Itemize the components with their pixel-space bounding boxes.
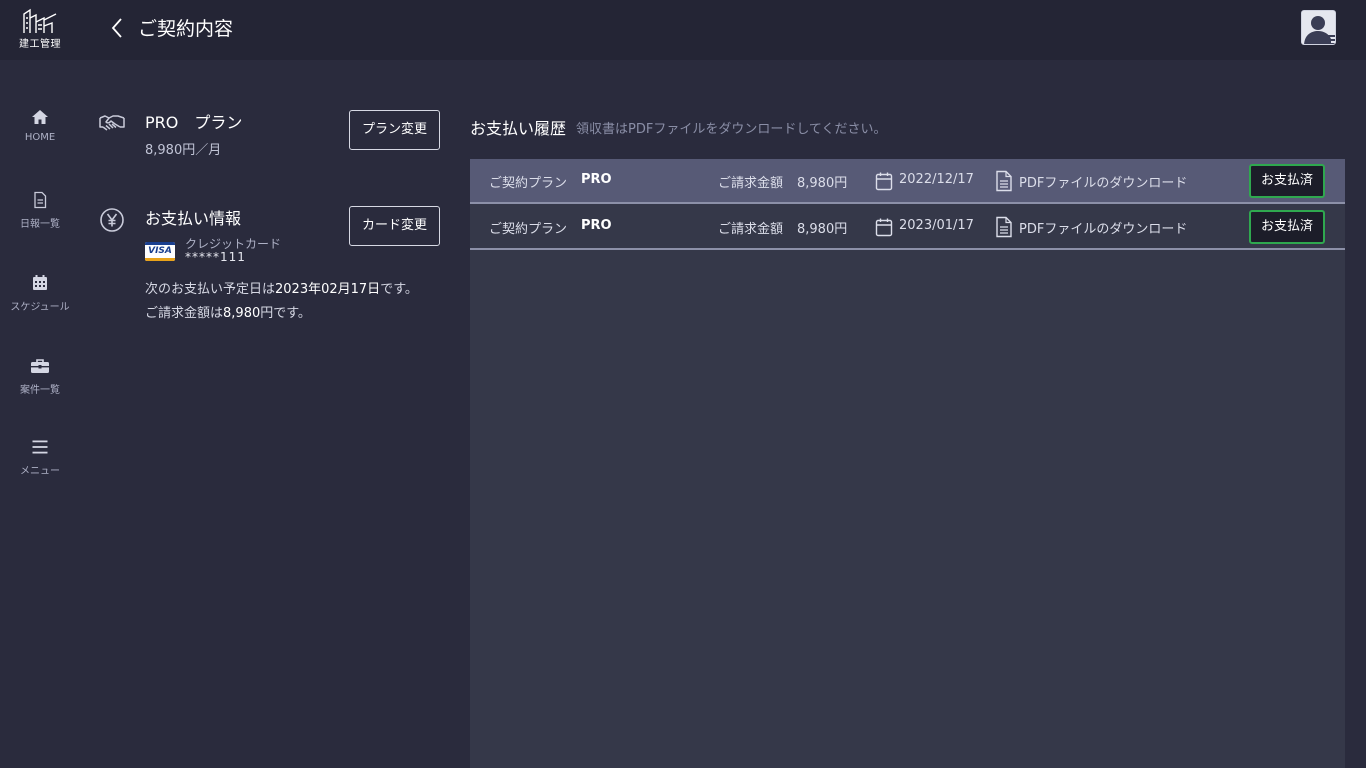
chevron-left-icon (111, 18, 122, 38)
plan-label: ご契約プラン (489, 176, 568, 191)
sidebar-item-schedule[interactable]: スケジュール (0, 274, 80, 334)
plan-value: PRO (581, 218, 612, 233)
top-bar: 建工管理 ご契約内容 (0, 0, 1366, 60)
logo-text: 建工管理 (19, 39, 61, 50)
pdf-file-icon[interactable] (995, 170, 1013, 196)
home-icon (32, 110, 48, 124)
payment-history-note: 領収書はPDFファイルをダウンロードしてください。 (576, 122, 887, 137)
calendar-icon (875, 171, 893, 195)
table-row[interactable]: ご契約プラン PRO ご請求金額 8,980円 2022/12/17 PDFファ… (470, 159, 1345, 204)
table-row[interactable]: ご契約プラン PRO ご請求金額 8,980円 2023/01/17 PDFファ… (470, 205, 1345, 250)
app-logo[interactable]: 建工管理 (18, 8, 62, 54)
pdf-file-icon[interactable] (995, 216, 1013, 242)
amount-value: 8,980円 (797, 176, 848, 191)
sidebar-item-label: メニュー (20, 466, 60, 477)
payment-info-title: お支払い情報 (145, 209, 242, 228)
yen-icon (99, 207, 125, 237)
plan-label: ご契約プラン (489, 222, 568, 237)
amount-suffix: 円です。 (260, 306, 311, 321)
calendar-icon (875, 217, 893, 241)
document-icon (34, 191, 47, 209)
calendar-icon (33, 275, 47, 290)
billing-amount-text: ご請求金額は8,980円です。 (145, 302, 311, 321)
change-plan-button[interactable]: プラン変更 (349, 110, 440, 150)
payment-history-panel (470, 159, 1345, 768)
payment-history-title: お支払い履歴 (470, 119, 567, 138)
sidebar-item-daily-reports[interactable]: 日報一覧 (0, 191, 80, 251)
sidebar-item-home[interactable]: HOME (0, 108, 80, 168)
pdf-download-link[interactable]: PDFファイルのダウンロード (1019, 172, 1187, 191)
user-profile-icon (1302, 11, 1335, 44)
amount-value: 8,980 (223, 306, 261, 321)
next-date-suffix: です。 (380, 282, 418, 297)
payment-date: 2023/01/17 (899, 218, 974, 233)
card-number: *****111 (185, 250, 246, 264)
next-payment-date-text: 次のお支払い予定日は2023年02月17日です。 (145, 278, 418, 297)
paid-status-button[interactable]: お支払済 (1249, 210, 1325, 244)
sidebar-item-label: HOME (24, 132, 56, 143)
visa-brand-text: VISA (148, 246, 172, 256)
briefcase-icon (31, 359, 49, 373)
amount-label: ご請求金額 (718, 222, 784, 237)
pdf-download-link[interactable]: PDFファイルのダウンロード (1019, 218, 1187, 237)
amount-label: ご請求金額 (718, 176, 784, 191)
plan-price: 8,980円／月 (145, 143, 222, 158)
payment-date: 2022/12/17 (899, 172, 974, 187)
sidebar-item-menu[interactable]: メニュー (0, 438, 80, 498)
visa-bar-bottom (145, 258, 175, 261)
amount-value: 8,980円 (797, 222, 848, 237)
building-logo-icon (23, 8, 57, 33)
plan-value: PRO (581, 172, 612, 187)
handshake-icon (98, 112, 126, 140)
hamburger-icon (32, 440, 48, 454)
back-button[interactable] (106, 15, 130, 41)
sidebar: HOME 日報一覧 スケジュール 案件一覧 メニュー (0, 60, 80, 768)
sidebar-item-projects[interactable]: 案件一覧 (0, 357, 80, 417)
visa-bar-top (145, 242, 175, 245)
amount-prefix: ご請求金額は (145, 306, 224, 321)
sidebar-item-label: スケジュール (10, 302, 70, 313)
sidebar-item-label: 日報一覧 (20, 219, 60, 230)
change-card-button[interactable]: カード変更 (349, 206, 440, 246)
page-title: ご契約内容 (138, 18, 234, 40)
next-date-value: 2023年02月17日 (275, 282, 381, 297)
plan-name: PRO プラン (145, 113, 243, 132)
paid-status-button[interactable]: お支払済 (1249, 164, 1325, 198)
sidebar-item-label: 案件一覧 (20, 385, 60, 396)
user-avatar-button[interactable] (1301, 10, 1336, 45)
next-date-prefix: 次のお支払い予定日は (145, 282, 276, 297)
visa-logo: VISA (145, 242, 175, 261)
